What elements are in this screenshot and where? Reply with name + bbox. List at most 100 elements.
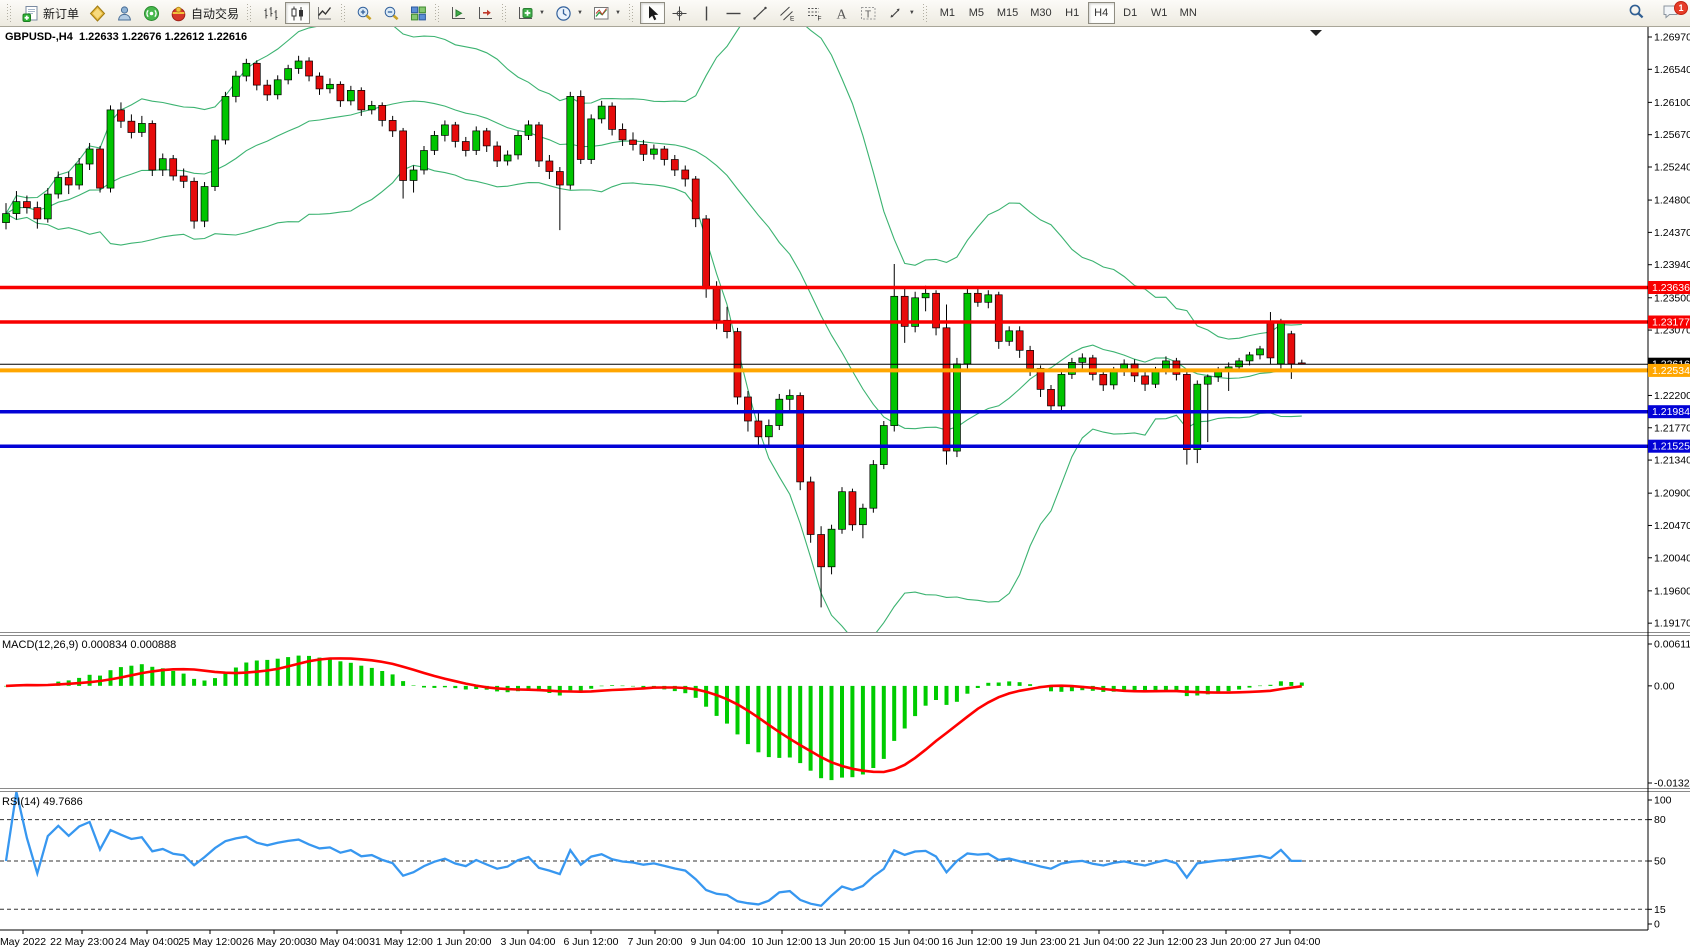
toolbar-group-timeframes: M1 M5 M15 M30 H1H4 D1 W1 MN <box>933 0 1203 27</box>
market-watch-button[interactable] <box>112 2 137 24</box>
candlestick-chart-button[interactable] <box>285 2 310 24</box>
autotrade-icon <box>170 5 187 22</box>
time-tick-label: 27 Jun 04:00 <box>1260 936 1321 948</box>
time-tick-label: 3 Jun 04:00 <box>501 936 556 948</box>
new-order-label: 新订单 <box>43 5 79 22</box>
timeframe-m1-label: M1 <box>940 7 955 19</box>
timeframe-mn-label: MN <box>1180 7 1197 19</box>
axis-tick-label: 1.23500 <box>1654 292 1690 304</box>
signal-icon <box>143 5 160 22</box>
axis-tick-label: 1.21770 <box>1654 422 1690 434</box>
chart-canvas[interactable]: 1.269701.265401.261001.256701.252401.248… <box>0 27 1690 949</box>
templates-button[interactable]: ▼ <box>589 2 625 24</box>
timeframe-d1-button[interactable]: D1 <box>1117 2 1144 24</box>
toolbar-group-chart-type <box>257 0 338 27</box>
timeframe-m1-button[interactable]: M1 <box>934 2 961 24</box>
axis-tick-label: 50 <box>1654 856 1666 868</box>
chart-window-button[interactable] <box>85 2 110 24</box>
timeframe-mn-button[interactable]: MN <box>1175 2 1202 24</box>
timeframe-m5-button[interactable]: M5 <box>963 2 990 24</box>
time-tick-label: May 2022 <box>0 936 46 948</box>
timeframe-m30-label: M30 <box>1030 7 1051 19</box>
trendline-button[interactable] <box>748 2 773 24</box>
time-tick-label: 26 May 20:00 <box>242 936 306 948</box>
toolbar-group-insert: ▼ ▼ ▼ <box>512 0 626 27</box>
axis-tick-label: 0.006114 <box>1654 639 1690 651</box>
timeframe-w1-button[interactable]: W1 <box>1146 2 1173 24</box>
zoom-in-button[interactable] <box>352 2 377 24</box>
equidistant-channel-button[interactable]: E <box>775 2 800 24</box>
auto-scroll-button[interactable] <box>446 2 471 24</box>
axis-tick-label: 1.20040 <box>1654 552 1690 564</box>
new-order-button[interactable]: 新订单 <box>18 2 83 24</box>
trading-terminal-window: 新订单 自动交易 ▼ ▼ ▼ EFAT ▼ M1 M5 M15 M30 H1H4 D1 W1 MN 1 1.2… <box>0 0 1690 949</box>
axis-tick-label: -0.01324 <box>1654 778 1690 790</box>
search-icon <box>1628 3 1645 25</box>
price-badge-label: 1.23177 <box>1652 317 1690 329</box>
toolbar-group-grip <box>629 4 634 22</box>
toolbar-group-orders: 新订单 自动交易 <box>17 0 244 27</box>
trendline-icon <box>752 5 769 22</box>
toolbar: 新订单 自动交易 ▼ ▼ ▼ EFAT ▼ M1 M5 M15 M30 H1H4 D1 W1 MN 1 <box>0 0 1690 27</box>
toolbar-group-grip <box>502 4 507 22</box>
time-tick-label: 21 Jun 04:00 <box>1069 936 1130 948</box>
auto-scroll-icon <box>450 5 467 22</box>
toolbar-group-grip <box>341 4 346 22</box>
time-tick-label: 22 May 23:00 <box>50 936 114 948</box>
zoom-out-icon <box>383 5 400 22</box>
zoom-out-button[interactable] <box>379 2 404 24</box>
time-tick-label: 19 Jun 23:00 <box>1006 936 1067 948</box>
indicators-button[interactable]: ▼ <box>513 2 549 24</box>
horizontal-line-button[interactable] <box>721 2 746 24</box>
timeframe-d1-label: D1 <box>1123 7 1137 19</box>
axis-tick-label: 1.26100 <box>1654 97 1690 109</box>
axis-tick-label: 1.26540 <box>1654 64 1690 76</box>
svg-text:A: A <box>836 7 847 22</box>
arrows-button[interactable]: ▼ <box>883 2 919 24</box>
axis-tick-label: 1.22200 <box>1654 390 1690 402</box>
time-tick-label: 24 May 04:00 <box>115 936 179 948</box>
chevron-down-icon: ▼ <box>577 10 583 16</box>
fibonacci-icon: F <box>806 5 823 22</box>
new-order-icon <box>22 5 39 22</box>
timeframe-h1-button[interactable]: H1 <box>1059 2 1086 24</box>
axis-tick-label: 15 <box>1654 904 1666 916</box>
time-tick-label: 15 Jun 04:00 <box>879 936 940 948</box>
chart-shift-button[interactable] <box>473 2 498 24</box>
axis-tick-label: 1.20900 <box>1654 488 1690 500</box>
tile-windows-icon <box>410 5 427 22</box>
signals-button[interactable] <box>139 2 164 24</box>
bar-chart-button[interactable] <box>258 2 283 24</box>
timeframe-m15-button[interactable]: M15 <box>992 2 1023 24</box>
line-chart-button[interactable] <box>312 2 337 24</box>
axis-tick-label: 1.26970 <box>1654 31 1690 43</box>
timeframe-h4-button[interactable]: H4 <box>1088 2 1115 24</box>
vertical-line-button[interactable] <box>694 2 719 24</box>
chart-shift-icon <box>477 5 494 22</box>
price-badge-label: 1.22534 <box>1652 365 1690 377</box>
text-label-button[interactable]: T <box>856 2 881 24</box>
crosshair-button[interactable] <box>667 2 692 24</box>
crosshair-icon <box>671 5 688 22</box>
chat-button[interactable]: 1 <box>1660 4 1680 24</box>
time-tick-label: 7 Jun 20:00 <box>628 936 683 948</box>
label-icon: T <box>860 5 877 22</box>
chart-area[interactable]: 1.269701.265401.261001.256701.252401.248… <box>0 27 1690 949</box>
axis-tick-label: 0.00 <box>1654 680 1675 692</box>
text-button[interactable]: A <box>829 2 854 24</box>
tile-windows-button[interactable] <box>406 2 431 24</box>
gold-diamond-icon <box>89 5 106 22</box>
cursor-button[interactable] <box>640 2 665 24</box>
fibonacci-button[interactable]: F <box>802 2 827 24</box>
horizontal-line-icon <box>725 5 742 22</box>
axis-tick-label: 1.19600 <box>1654 585 1690 597</box>
periods-button[interactable]: ▼ <box>551 2 587 24</box>
timeframe-m15-label: M15 <box>997 7 1018 19</box>
timeframe-m30-button[interactable]: M30 <box>1025 2 1056 24</box>
toolbar-group-grip <box>247 4 252 22</box>
auto-trading-button[interactable]: 自动交易 <box>166 2 243 24</box>
bar-chart-icon <box>262 5 279 22</box>
candlestick-icon <box>289 5 306 22</box>
search-button[interactable] <box>1626 4 1646 24</box>
text-icon: A <box>833 5 850 22</box>
